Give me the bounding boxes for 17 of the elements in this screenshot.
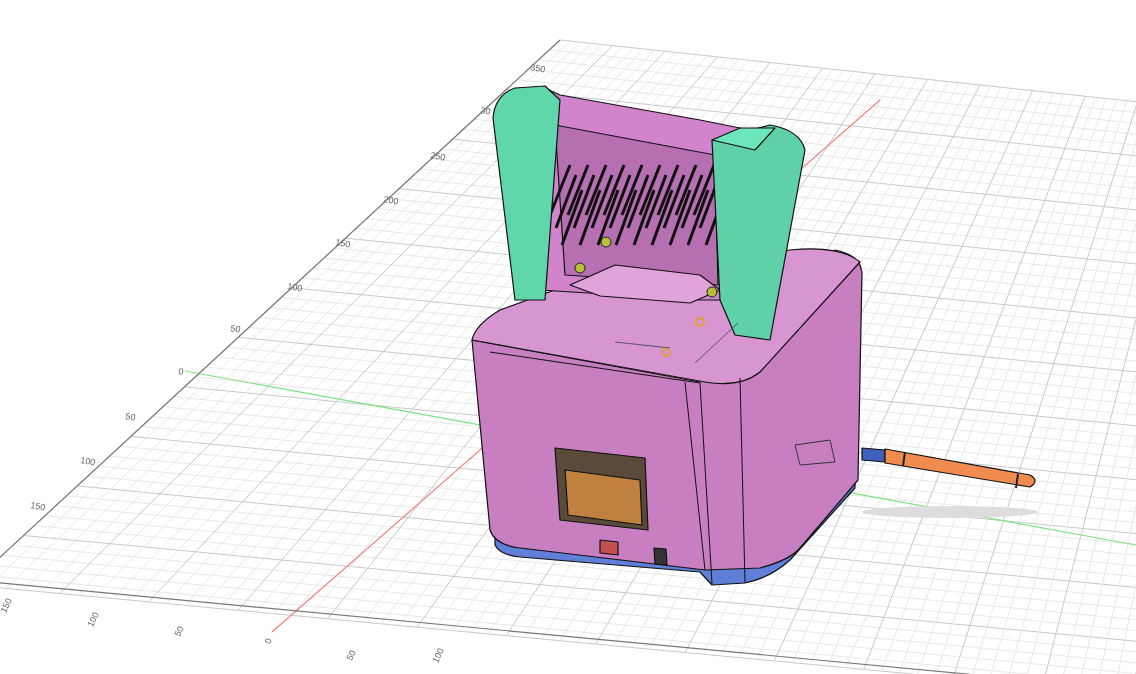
grid-label: 30 <box>479 105 492 117</box>
grid-label: 150 <box>0 596 14 615</box>
grid-label: 100 <box>286 281 304 294</box>
grid-label: 150 <box>334 237 352 250</box>
grid-label: 350 <box>529 62 547 75</box>
grid-label: 50 <box>229 323 242 335</box>
grid-label: 0 <box>262 636 274 646</box>
grid-label: 50 <box>344 648 358 662</box>
grid-label: 50 <box>124 411 137 423</box>
grid-label: 150 <box>29 500 47 513</box>
grid-label: 100 <box>85 610 101 629</box>
grid-label: 50 <box>172 624 186 638</box>
grid-label: 200 <box>382 194 400 207</box>
grid-label: 0 <box>177 366 185 377</box>
grid-label: 100 <box>79 455 97 468</box>
grid-label: 100 <box>430 646 446 665</box>
grid-label: 250 <box>429 150 447 163</box>
